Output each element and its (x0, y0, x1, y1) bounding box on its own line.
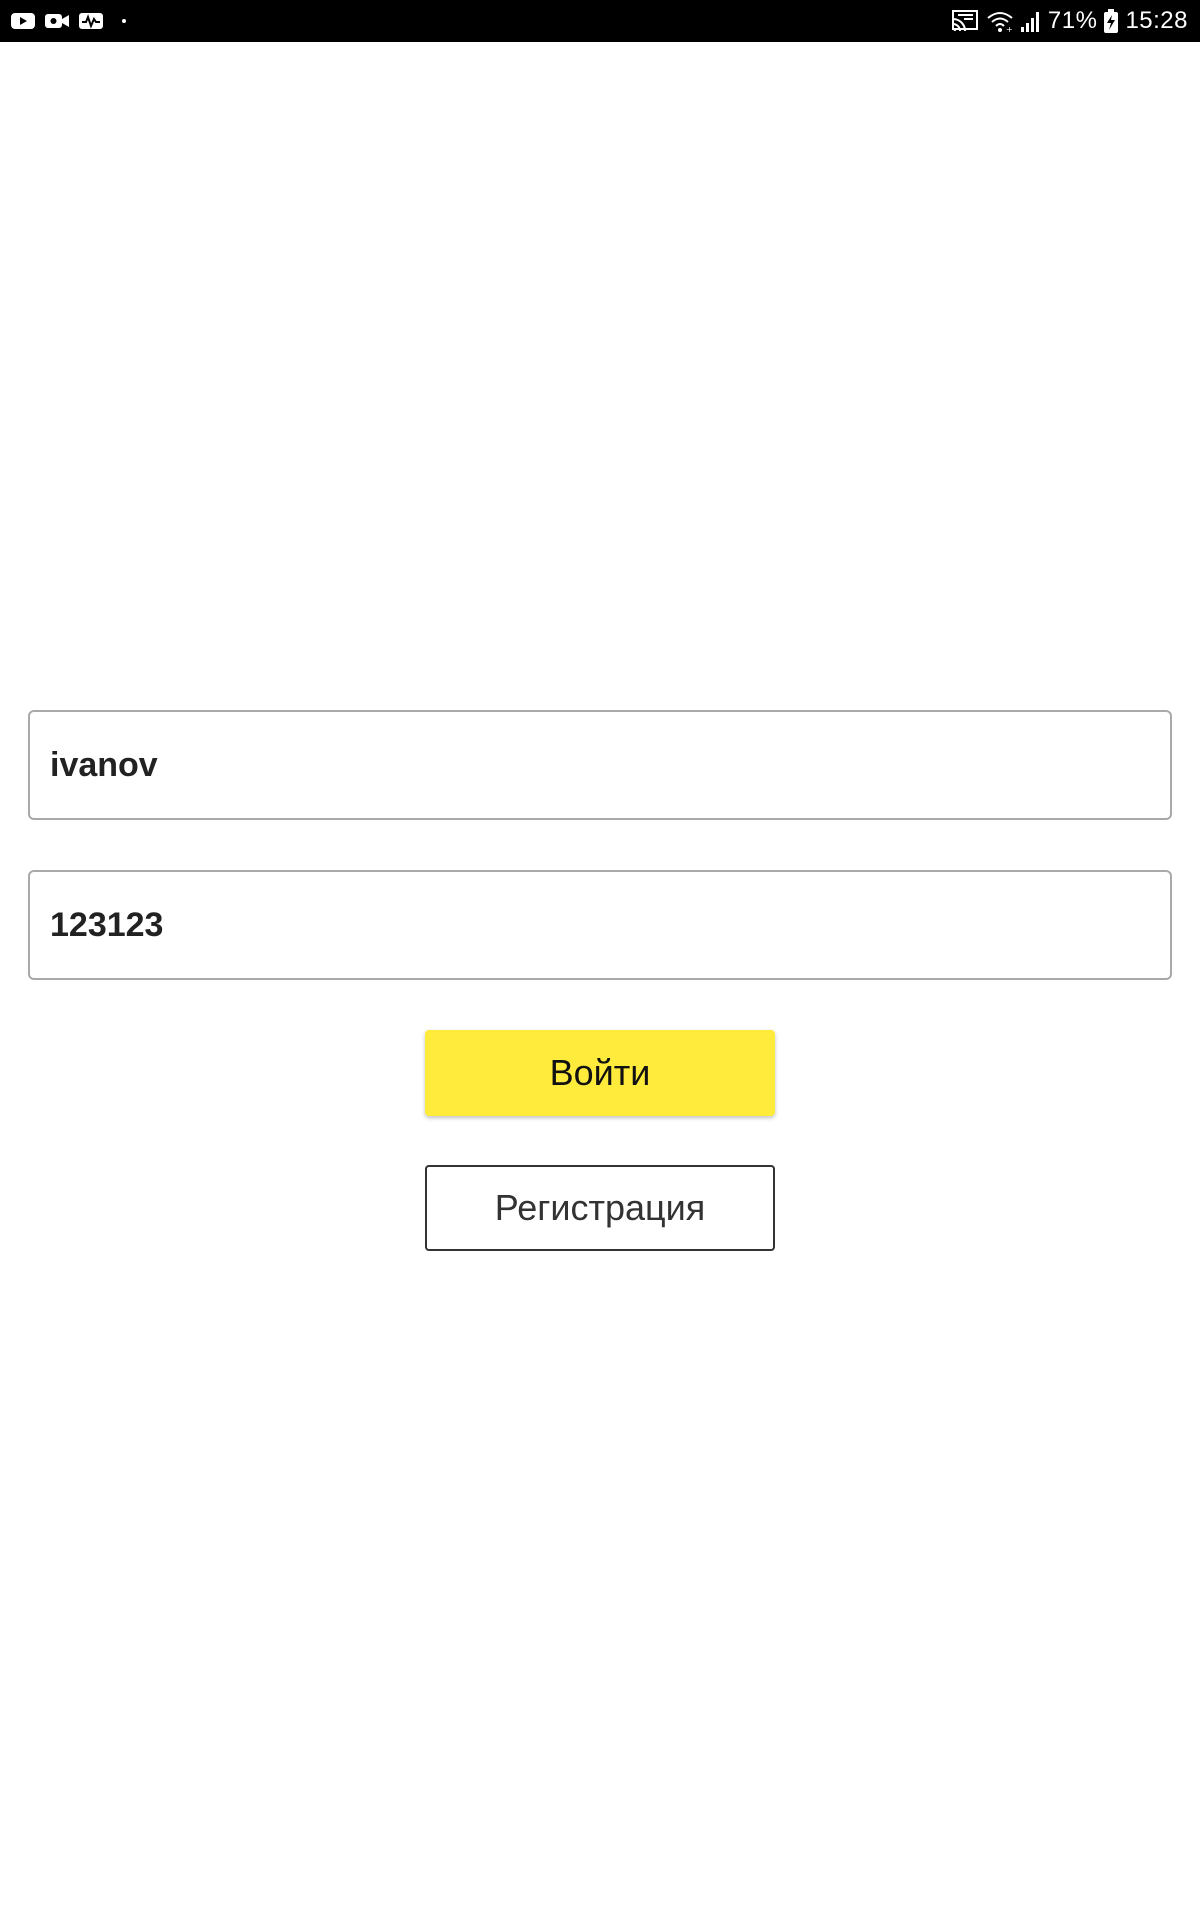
login-field[interactable] (28, 710, 1172, 820)
status-bar-left (10, 9, 126, 33)
battery-percentage: 71% (1047, 7, 1098, 34)
youtube-icon (10, 11, 36, 31)
video-camera-icon (44, 11, 70, 31)
register-button[interactable]: Регистрация (425, 1165, 775, 1251)
cast-icon (950, 9, 980, 33)
login-button[interactable]: Войти (425, 1030, 775, 1116)
password-input[interactable] (50, 905, 1170, 945)
activity-icon (78, 11, 104, 31)
status-time: 15:28 (1125, 7, 1188, 34)
password-field[interactable] (28, 870, 1172, 980)
wifi-icon: + (986, 9, 1014, 33)
dot-icon (122, 19, 126, 23)
login-input[interactable] (50, 745, 1170, 785)
login-screen: + 71% 15:28 ivanov 123123 Войти Регистра… (0, 0, 1200, 1920)
status-bar-right: + 71% 15:28 (950, 0, 1188, 42)
signal-icon (1020, 9, 1042, 33)
svg-text:+: + (1006, 25, 1013, 33)
status-bar: + 71% 15:28 (0, 0, 1200, 42)
battery-charging-icon (1103, 8, 1119, 34)
